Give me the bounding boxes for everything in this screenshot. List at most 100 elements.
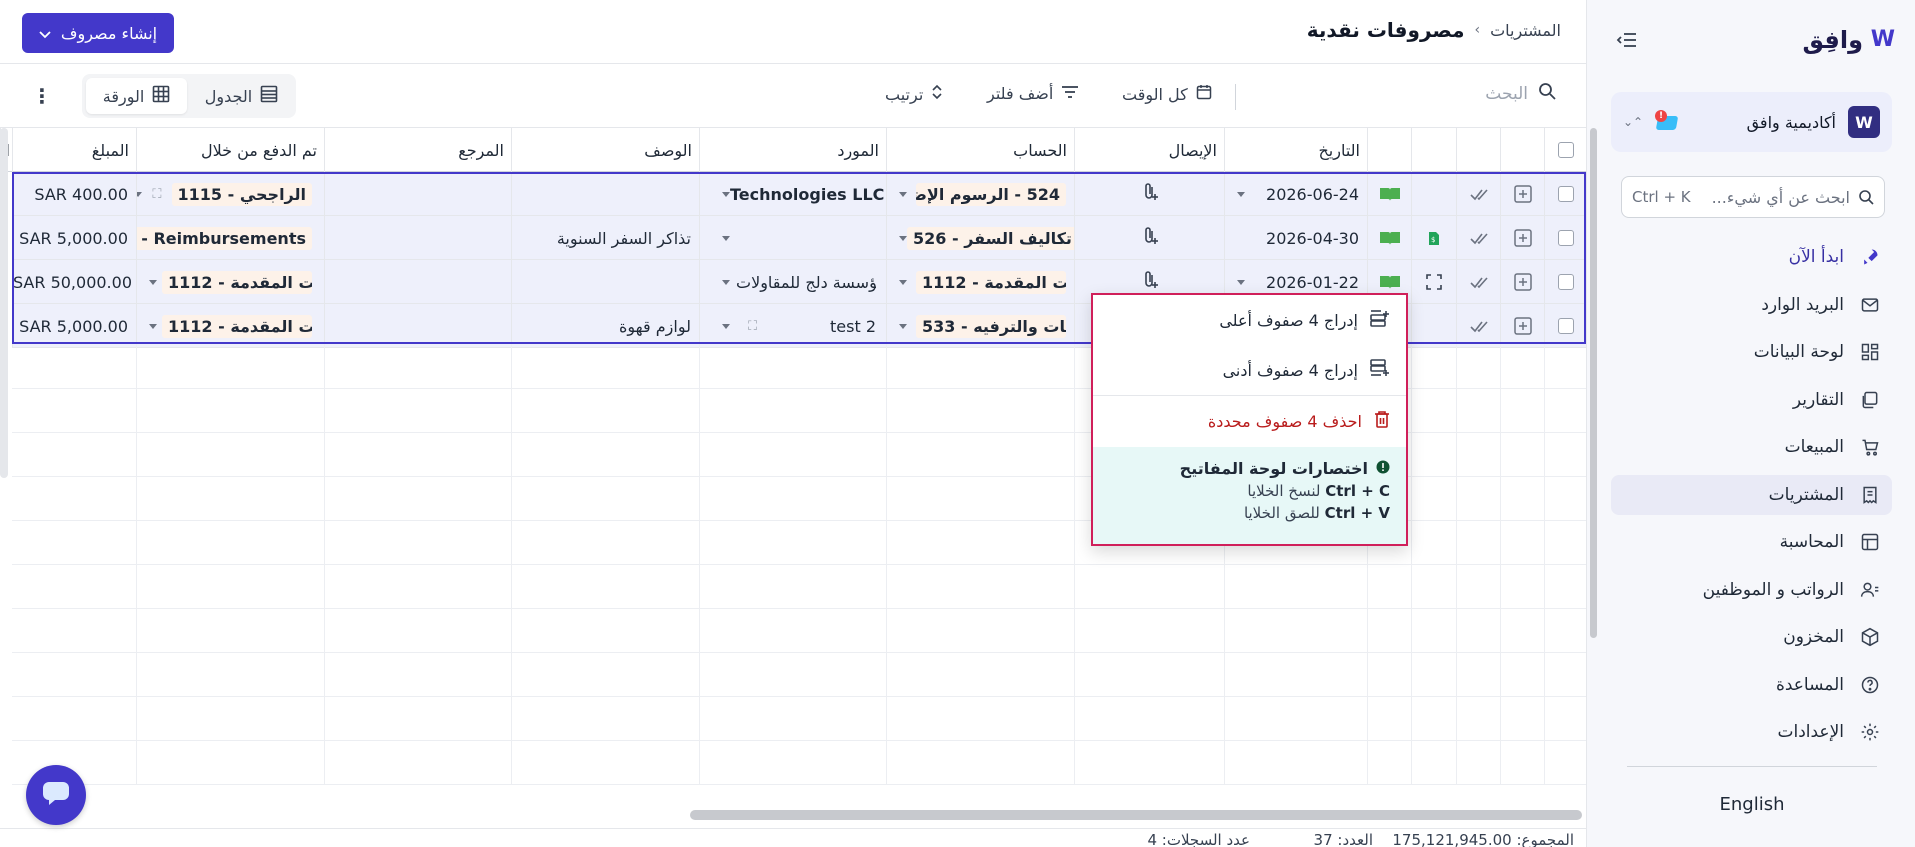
description-cell[interactable]: تذاكر السفر السنوية [511, 216, 699, 260]
sidebar-search-shortcut: Ctrl + K [1632, 188, 1691, 206]
row-select-cell[interactable] [1544, 216, 1586, 260]
book-icon[interactable] [1367, 172, 1411, 216]
vertical-scrollbar[interactable] [1590, 128, 1597, 638]
col-header-receipt[interactable]: الإيصال [1074, 128, 1224, 172]
amount-cell[interactable]: SAR 400.00 [12, 172, 136, 216]
vendor-cell[interactable] [699, 216, 886, 260]
approve-check-icon[interactable] [1456, 216, 1500, 260]
sidebar-search-input[interactable]: ابحث عن أي شيء... Ctrl + K [1621, 176, 1885, 218]
add-row-icon[interactable] [1500, 304, 1544, 348]
col-header-vendor[interactable]: المورد [699, 128, 886, 172]
table-row[interactable]: SAR 5,000.00 2161 - Reimbursements تذاكر… [12, 216, 1586, 260]
row-checkbox[interactable] [1557, 274, 1574, 290]
paste-keys: Ctrl + V [1324, 504, 1390, 522]
sidebar-item-reports[interactable]: التقارير [1611, 380, 1892, 420]
table-row[interactable]: SAR 400.00 ⛶ 1115 - الراجحي Technologies… [12, 172, 1586, 216]
paid-via-cell[interactable]: ⛶ 1115 - الراجحي [136, 172, 324, 216]
approve-check-icon[interactable] [1456, 172, 1500, 216]
description-cell[interactable]: لوازم قهوة [511, 304, 699, 348]
amount-cell[interactable]: SAR 50,000.00 [12, 260, 136, 304]
vendor-cell[interactable]: مؤسسة دلج للمقاولات [699, 260, 886, 304]
row-checkbox[interactable] [1557, 230, 1574, 246]
account-cell[interactable]: 524 - الرسوم الإضافية [886, 172, 1074, 216]
approve-check-icon[interactable] [1456, 260, 1500, 304]
paid-via-cell[interactable]: 2161 - Reimbursements [136, 216, 324, 260]
reference-cell[interactable] [324, 260, 511, 304]
amount-cell[interactable]: SAR 5,000.00 [12, 216, 136, 260]
col-header-reference[interactable]: المرجع [324, 128, 511, 172]
add-filter-button[interactable]: أضف فلتر [987, 84, 1079, 103]
sidebar-item-inventory[interactable]: المخزون [1611, 617, 1892, 657]
receipt-cell[interactable] [1074, 216, 1224, 260]
account-cell[interactable]: 1112 - المصروفات المقدمة [886, 260, 1074, 304]
view-table-button[interactable]: الجدول [191, 78, 292, 114]
date-cell[interactable]: 2026-04-30 [1224, 216, 1367, 260]
attach-receipt-icon[interactable] [1141, 226, 1159, 250]
reference-cell[interactable] [324, 172, 511, 216]
account-cell[interactable]: 533 - الوجبات والترفيه [886, 304, 1074, 348]
attach-receipt-icon[interactable] [1141, 270, 1159, 294]
reference-cell[interactable] [324, 304, 511, 348]
dropdown-caret-icon [1237, 279, 1245, 285]
row-checkbox[interactable] [1557, 186, 1574, 202]
toolbar: ⋮ الورقة الجدول ترتيب أضف فلتر كل الوقت … [0, 64, 1586, 128]
col-header-amount[interactable]: المبلغ [12, 128, 136, 172]
chat-support-button[interactable] [26, 765, 86, 825]
row-select-cell[interactable] [1544, 172, 1586, 216]
sidebar-item-accounting[interactable]: المحاسبة [1611, 522, 1892, 562]
description-cell[interactable] [511, 172, 699, 216]
select-all-checkbox[interactable] [1557, 142, 1574, 158]
app-logo[interactable]: W وافِق [1785, 24, 1896, 56]
attach-receipt-icon[interactable] [1141, 182, 1159, 206]
sidebar-item-settings[interactable]: الإعدادات [1611, 712, 1892, 752]
table-search-input[interactable]: البحث [1436, 82, 1556, 105]
reference-cell[interactable] [324, 216, 511, 260]
create-expense-button[interactable]: إنشاء مصروف [22, 13, 174, 53]
add-row-icon[interactable] [1500, 216, 1544, 260]
document-icon[interactable]: $ [1411, 216, 1456, 260]
horizontal-scrollbar[interactable] [690, 810, 1582, 820]
row-select-cell[interactable] [1544, 304, 1586, 348]
sidebar-item-inbox[interactable]: البريد الوارد [1611, 285, 1892, 325]
paid-via-cell[interactable]: 1112 - المصروفات المقدمة [136, 260, 324, 304]
more-options-icon[interactable]: ⋮ [32, 84, 52, 108]
insert-rows-below-item[interactable]: إدراج 4 صفوف أدنى [1093, 345, 1406, 395]
col-header-description[interactable]: الوصف [511, 128, 699, 172]
col-header-date[interactable]: التاريخ [1224, 128, 1367, 172]
sort-button[interactable]: ترتيب [885, 84, 943, 104]
shortcuts-title: اختصارات لوحة المفاتيح [1179, 459, 1368, 478]
amount-cell[interactable]: SAR 5,000.00 [12, 304, 136, 348]
inbox-icon [1858, 293, 1882, 317]
add-row-icon[interactable] [1500, 172, 1544, 216]
add-row-icon[interactable] [1500, 260, 1544, 304]
vendor-cell[interactable]: ⛶ test 2 [699, 304, 886, 348]
col-header-paid-via[interactable]: تم الدفع من خلال [136, 128, 324, 172]
delete-rows-item[interactable]: احذف 4 صفوف محددة [1093, 396, 1406, 446]
vendor-cell[interactable]: Technologies LLC [699, 172, 886, 216]
sidebar-item-purchases[interactable]: المشتريات [1611, 474, 1892, 515]
receipt-cell[interactable] [1074, 172, 1224, 216]
paid-via-cell[interactable]: 1112 - المصروفات المقدمة [136, 304, 324, 348]
sidebar-item-dashboard[interactable]: لوحة البيانات [1611, 332, 1892, 372]
col-header-account[interactable]: الحساب [886, 128, 1074, 172]
language-switch[interactable]: English [1687, 794, 1817, 815]
dropdown-caret-icon [899, 191, 907, 197]
breadcrumb-purchases[interactable]: المشتريات [1490, 21, 1561, 40]
row-select-cell[interactable] [1544, 260, 1586, 304]
description-cell[interactable] [511, 260, 699, 304]
approve-check-icon[interactable] [1456, 304, 1500, 348]
book-icon[interactable] [1367, 216, 1411, 260]
time-filter-button[interactable]: كل الوقت [1122, 84, 1212, 104]
sidebar-item-help[interactable]: المساعدة [1611, 665, 1892, 705]
account-cell[interactable]: 526 - تكاليف السفر [886, 216, 1074, 260]
expand-row-icon[interactable] [1411, 260, 1456, 304]
sidebar-item-sales[interactable]: المبيعات [1611, 427, 1892, 467]
insert-rows-above-item[interactable]: إدراج 4 صفوف أعلى [1093, 295, 1406, 345]
date-cell[interactable]: 2026-06-24 [1224, 172, 1367, 216]
sidebar-item-payroll[interactable]: الرواتب و الموظفين [1611, 570, 1892, 610]
row-checkbox[interactable] [1557, 318, 1574, 334]
sidebar-item-get-started[interactable]: ابدأ الآن [1611, 237, 1892, 277]
org-switcher[interactable]: W أكاديمية وافق ! ⌃⌄ [1611, 92, 1892, 152]
view-sheet-button[interactable]: الورقة [86, 78, 187, 114]
collapse-sidebar-icon[interactable] [1615, 28, 1639, 52]
